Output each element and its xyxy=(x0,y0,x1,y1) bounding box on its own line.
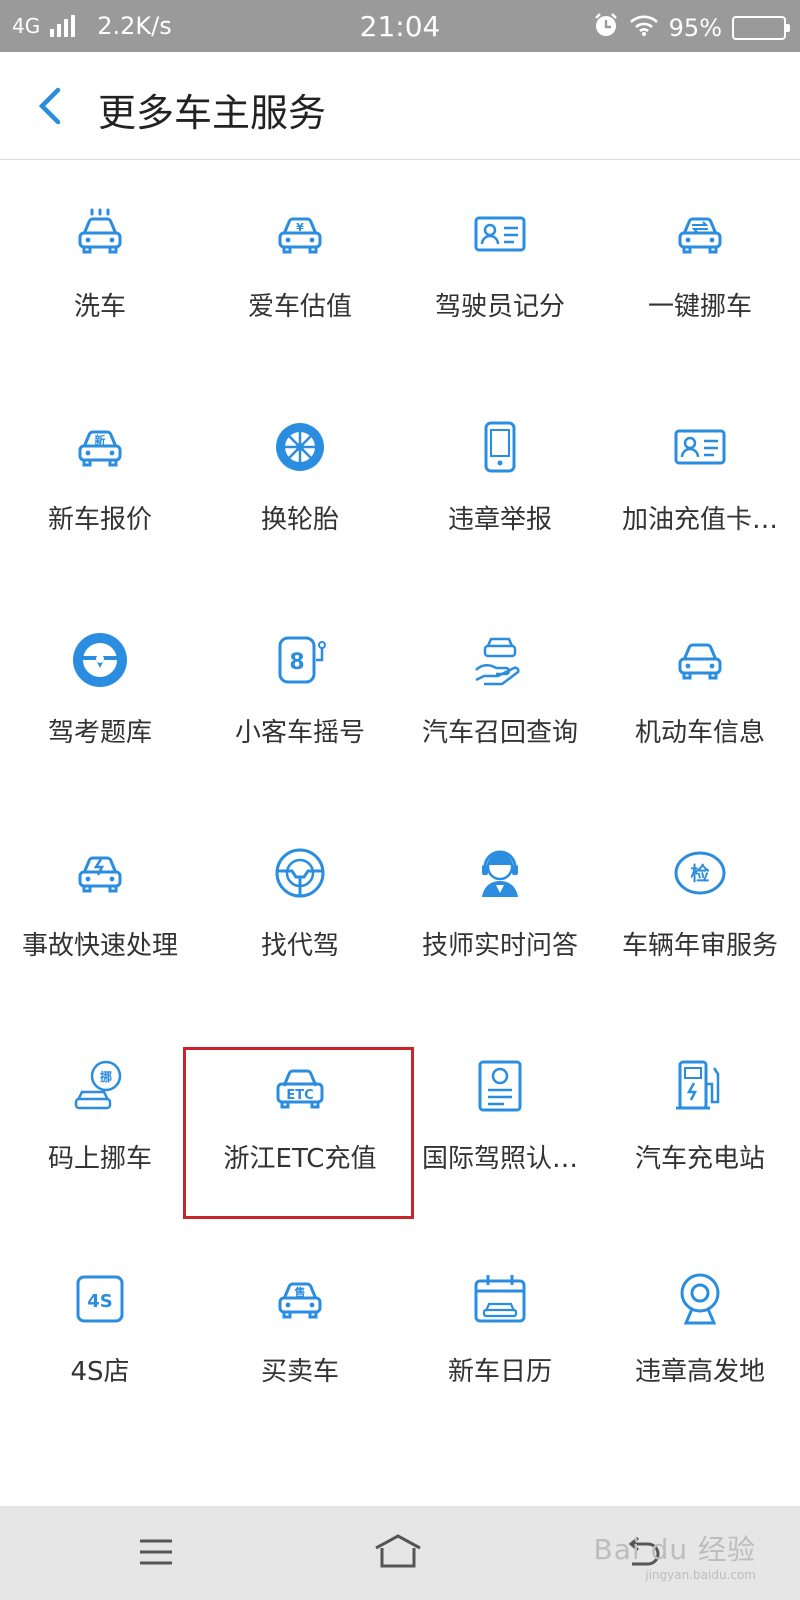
service-label: 找代驾 xyxy=(260,931,339,961)
svg-text:挪: 挪 xyxy=(100,1069,112,1084)
service-item[interactable]: 技师实时问答 xyxy=(400,799,600,1012)
menu-icon xyxy=(130,1539,182,1580)
service-item[interactable]: 驾考题库 xyxy=(0,586,200,799)
service-label: 码上挪车 xyxy=(47,1144,152,1174)
watermark-text: Bai du 经验 xyxy=(593,1533,756,1566)
service-item[interactable]: 售买卖车 xyxy=(200,1225,400,1438)
new-car-icon: 新 xyxy=(70,417,130,477)
service-item[interactable]: 违章高发地 xyxy=(600,1225,800,1438)
service-item[interactable]: 一键挪车 xyxy=(600,160,800,373)
car-wash-icon xyxy=(70,204,130,264)
svg-text:ETC: ETC xyxy=(286,1088,313,1103)
chevron-left-icon xyxy=(28,87,76,134)
svg-text:新: 新 xyxy=(95,433,106,447)
charging-station-icon xyxy=(670,1056,730,1116)
battery-percent: 95% xyxy=(668,14,722,42)
service-label: 事故快速处理 xyxy=(21,931,178,961)
4s-store-icon: 4S xyxy=(70,1269,130,1329)
service-label: 违章高发地 xyxy=(634,1357,765,1387)
service-item[interactable]: 机动车信息 xyxy=(600,586,800,799)
service-label: 国际驾照认… xyxy=(421,1144,578,1174)
home-icon xyxy=(372,1534,424,1580)
etc-icon: ETC xyxy=(270,1056,330,1116)
service-item[interactable]: ¥ 爱车估值 xyxy=(200,160,400,373)
service-item[interactable]: 新车日历 xyxy=(400,1225,600,1438)
service-item[interactable]: 换轮胎 xyxy=(200,373,400,586)
watermark-url: jingyan.baidu.com xyxy=(645,1568,756,1582)
sell-car-icon: 售 xyxy=(270,1269,330,1329)
service-label: 新车日历 xyxy=(447,1357,552,1387)
service-item[interactable]: 加油充值卡… xyxy=(600,373,800,586)
back-button[interactable] xyxy=(28,82,76,130)
service-label: 机动车信息 xyxy=(634,718,765,748)
service-item[interactable]: 事故快速处理 xyxy=(0,799,200,1012)
status-bar: 4G 2.2K/s 21:04 95% xyxy=(0,0,800,52)
watermark: Bai du 经验 jingyan.baidu.com xyxy=(594,1528,756,1582)
phone-icon xyxy=(470,417,530,477)
service-item[interactable]: 洗车 xyxy=(0,160,200,373)
lottery-number-icon: 8 xyxy=(270,630,330,690)
service-label: 驾考题库 xyxy=(47,718,152,748)
service-label: 汽车充电站 xyxy=(634,1144,765,1174)
service-item[interactable]: 汽车召回查询 xyxy=(400,586,600,799)
calendar-icon xyxy=(470,1269,530,1329)
steering-wheel-filled-icon xyxy=(70,630,130,690)
service-label: 小客车摇号 xyxy=(234,718,365,748)
service-item[interactable]: 挪码上挪车 xyxy=(0,1012,200,1225)
battery-icon xyxy=(732,16,790,40)
service-label: 违章举报 xyxy=(447,505,552,535)
move-car-icon xyxy=(670,204,730,264)
car-icon xyxy=(670,630,730,690)
service-item[interactable]: 违章举报 xyxy=(400,373,600,586)
svg-text:¥: ¥ xyxy=(296,221,304,234)
svg-text:售: 售 xyxy=(294,1285,306,1299)
menu-button[interactable] xyxy=(130,1528,182,1576)
service-item[interactable]: 8 小客车摇号 xyxy=(200,586,400,799)
svg-text:4S: 4S xyxy=(87,1291,113,1312)
service-label: 驾驶员记分 xyxy=(434,292,565,322)
service-label: 加油充值卡… xyxy=(621,505,778,535)
service-label: 换轮胎 xyxy=(260,505,339,535)
accident-car-icon xyxy=(70,843,130,903)
service-item[interactable]: 新新车报价 xyxy=(0,373,200,586)
service-label: 技师实时问答 xyxy=(421,931,578,961)
service-item[interactable]: 汽车充电站 xyxy=(600,1012,800,1225)
id-card-icon xyxy=(470,204,530,264)
service-label: 买卖车 xyxy=(260,1357,339,1387)
tire-icon xyxy=(270,417,330,477)
header: 更多车主服务 xyxy=(0,52,800,160)
service-label: 车辆年审服务 xyxy=(621,931,778,961)
page-title: 更多车主服务 xyxy=(98,91,327,135)
inspection-icon: 检 xyxy=(670,843,730,903)
service-item[interactable]: 国际驾照认… xyxy=(400,1012,600,1225)
wifi-icon xyxy=(629,13,659,43)
service-label: 爱车估值 xyxy=(247,292,352,322)
service-label: 汽车召回查询 xyxy=(421,718,578,748)
service-label: 4S店 xyxy=(70,1357,130,1387)
svg-text:检: 检 xyxy=(690,862,709,885)
scan-move-car-icon: 挪 xyxy=(70,1056,130,1116)
service-item[interactable]: 检车辆年审服务 xyxy=(600,799,800,1012)
steering-wheel-icon xyxy=(270,843,330,903)
camera-icon xyxy=(670,1269,730,1329)
svg-text:8: 8 xyxy=(289,650,304,675)
car-valuation-icon: ¥ xyxy=(270,204,330,264)
id-card-icon xyxy=(670,417,730,477)
hand-car-icon xyxy=(470,630,530,690)
nav-bar: Bai du 经验 jingyan.baidu.com xyxy=(0,1506,800,1600)
service-item[interactable]: ETC 浙江ETC充值 xyxy=(200,1012,400,1225)
service-label: 新车报价 xyxy=(47,505,152,535)
alarm-icon xyxy=(593,12,619,44)
service-grid: 洗车 ¥ 爱车估值 驾驶员记分 一键挪车新新车报价 换轮胎 违章举报 加油充值卡… 驾考题库 8 小… xyxy=(0,160,800,1438)
license-doc-icon xyxy=(470,1056,530,1116)
service-item[interactable]: 找代驾 xyxy=(200,799,400,1012)
technician-headset-icon xyxy=(470,843,530,903)
service-label: 浙江ETC充值 xyxy=(223,1144,377,1174)
service-label: 洗车 xyxy=(73,292,126,322)
home-button[interactable] xyxy=(372,1528,424,1576)
service-item[interactable]: 驾驶员记分 xyxy=(400,160,600,373)
status-right: 95% xyxy=(593,12,790,44)
service-item[interactable]: 4S 4S店 xyxy=(0,1225,200,1438)
service-label: 一键挪车 xyxy=(647,292,752,322)
